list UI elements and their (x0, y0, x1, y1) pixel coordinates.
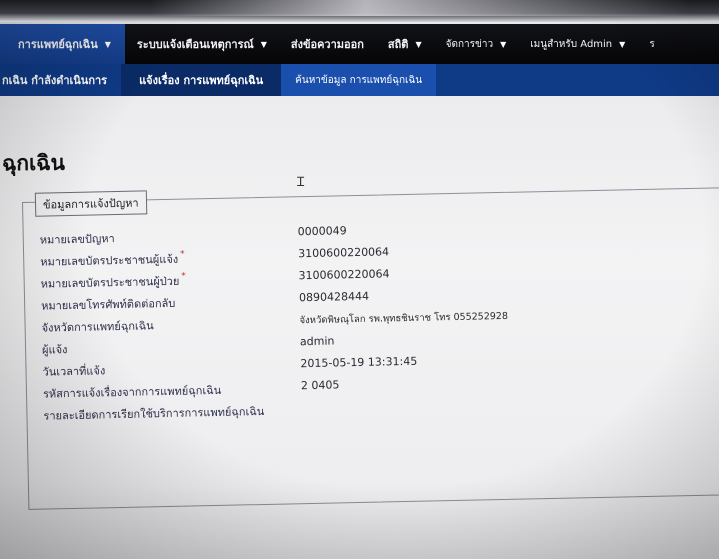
menu-statistics[interactable]: สถิติ ▼ (376, 24, 434, 64)
field-value: 2015-05-19 13:31:45 (300, 354, 418, 371)
page-title: ฉุกเฉิน (1, 150, 65, 176)
field-value: 0890428444 (298, 289, 370, 305)
sub-navigation: กเฉิน กำลังดำเนินการ แจ้งเรื่อง การแพทย์… (0, 64, 719, 96)
screen-glare (150, 0, 690, 16)
tab-in-progress[interactable]: กเฉิน กำลังดำเนินการ (0, 64, 121, 96)
menu-news-management[interactable]: จัดการข่าว ▼ (434, 24, 519, 64)
problem-report-panel: ข้อมูลการแจ้งปัญหา หมายเลขปัญหา 0000049 … (22, 186, 719, 510)
panel-legend: ข้อมูลการแจ้งปัญหา (34, 190, 147, 217)
menu-overflow[interactable]: ร (637, 24, 666, 64)
menu-admin[interactable]: เมนูสำหรับ Admin ▼ (518, 24, 637, 64)
field-value: 3100600220064 (298, 245, 390, 261)
field-value: 2 0405 (300, 378, 340, 393)
page-lower-area (0, 482, 719, 559)
chevron-down-icon: ▼ (500, 39, 507, 49)
chevron-down-icon: ▼ (415, 39, 422, 49)
chevron-down-icon: ▼ (619, 39, 626, 49)
top-navigation: การแพทย์ฉุกเฉิน ▼ ระบบแจ้งเตือนเหตุการณ์… (0, 24, 719, 64)
chevron-down-icon: ▼ (104, 39, 111, 49)
field-value: admin (299, 334, 335, 349)
field-value: 0000049 (297, 224, 347, 239)
menu-incident-alert-system[interactable]: ระบบแจ้งเตือนเหตุการณ์ ▼ (125, 24, 279, 64)
chevron-down-icon: ▼ (260, 39, 267, 49)
text-cursor-icon: Ɪ (297, 175, 305, 190)
tab-search-emergency[interactable]: ค้นหาข้อมูล การแพทย์ฉุกเฉิน (281, 64, 437, 96)
field-value: จังหวัดพิษณุโลก รพ.พุทธชินราช โทร 055252… (299, 310, 509, 327)
menu-emergency-medicine[interactable]: การแพทย์ฉุกเฉิน ▼ (0, 24, 125, 64)
tab-report-emergency[interactable]: แจ้งเรื่อง การแพทย์ฉุกเฉิน (121, 64, 282, 96)
field-value: 3100600220064 (298, 267, 390, 283)
field-list: หมายเลขปัญหา 0000049 หมายเลขบัตรประชาชนผ… (40, 221, 510, 429)
field-label: หมายเลขปัญหา (39, 232, 115, 247)
menu-send-message[interactable]: ส่งข้อความออก (279, 24, 376, 64)
browser-viewport: การแพทย์ฉุกเฉิน ▼ ระบบแจ้งเตือนเหตุการณ์… (0, 22, 719, 559)
